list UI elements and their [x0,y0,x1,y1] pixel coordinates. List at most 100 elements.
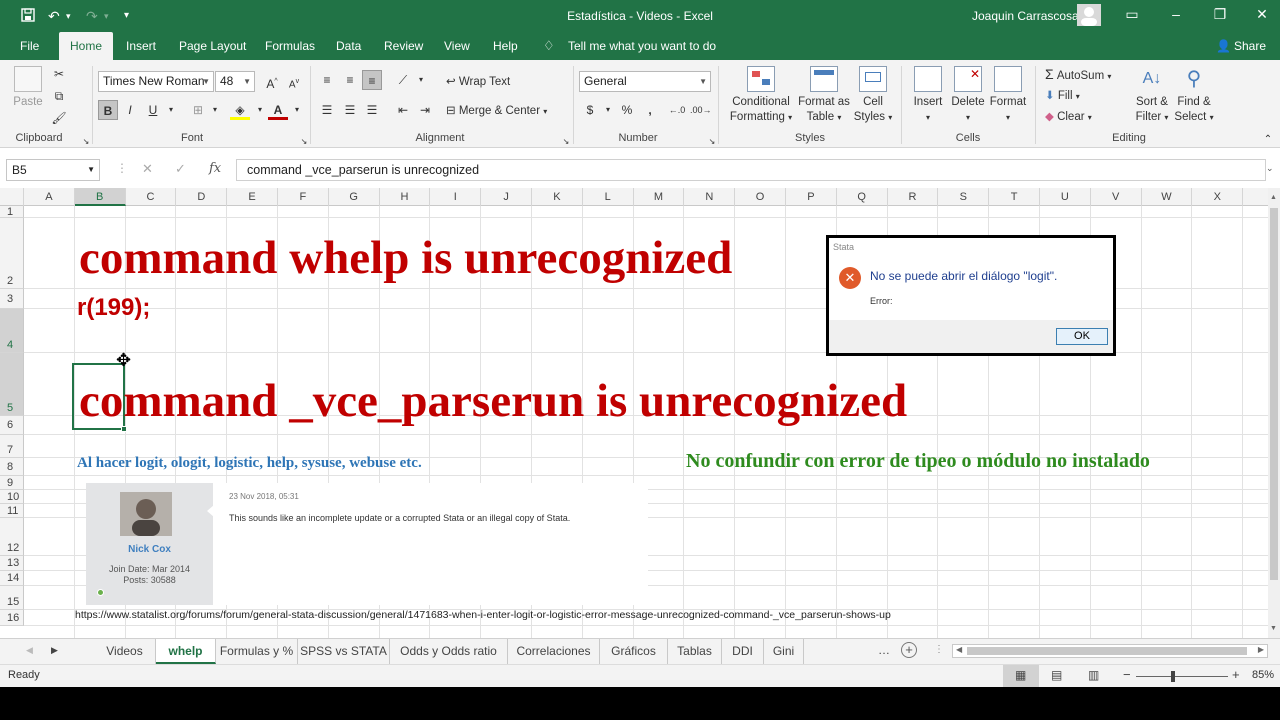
zoom-slider[interactable] [1136,676,1228,677]
format-as-table-button[interactable]: Format as Table ▾ [796,66,852,125]
column-header-t[interactable]: T [989,188,1040,206]
more-sheets-icon[interactable]: … [878,643,890,657]
row-header-3[interactable]: 3 [0,289,24,309]
sheet-tab-gini[interactable]: Gini [764,639,804,664]
tab-insert[interactable]: Insert [116,32,166,60]
sheet-tab-formulas-y-[interactable]: Formulas y % [216,639,298,664]
column-header-d[interactable]: D [176,188,228,206]
format-painter-icon[interactable]: 🖌 [49,108,69,128]
tab-page-layout[interactable]: Page Layout [169,32,256,60]
tab-formulas[interactable]: Formulas [255,32,325,60]
row-header-14[interactable]: 14 [0,571,24,586]
sheet-tab-odds-y-odds-ratio[interactable]: Odds y Odds ratio [390,639,508,664]
enter-icon[interactable]: ✓ [175,161,186,177]
autosum-button[interactable]: Σ AutoSum ▾ [1045,67,1111,84]
zoom-out-icon[interactable]: − [1123,667,1131,682]
grow-font-icon[interactable]: A^ [262,72,282,92]
chevron-down-icon[interactable]: ▾ [411,70,431,90]
cut-icon[interactable]: ✂ [49,64,69,84]
number-format-select[interactable]: General ▼ [579,71,711,92]
increase-indent-icon[interactable]: ⇥ [415,100,435,120]
row-header-5[interactable]: 5 [0,353,24,416]
cell-b7[interactable]: Al hacer logit, ologit, logistic, help, … [77,455,422,472]
column-header-l[interactable]: L [583,188,634,206]
cell-styles-button[interactable]: Cell Styles ▾ [850,66,896,125]
align-right-icon[interactable]: ☰ [362,100,382,120]
collapse-ribbon-icon[interactable]: ⌃ [1258,130,1278,150]
tab-view[interactable]: View [434,32,480,60]
sheet-tab-tablas[interactable]: Tablas [668,639,722,664]
align-middle-icon[interactable]: ≡ [340,70,360,90]
column-header-j[interactable]: J [481,188,532,206]
sheet-tab-spss-vs-stata[interactable]: SPSS vs STATA [298,639,390,664]
expand-formula-icon[interactable]: ⌄ [1266,163,1274,174]
cell-b2[interactable]: command whelp is unrecognized [79,231,732,285]
row-header-4[interactable]: 4 [0,309,24,353]
name-box[interactable]: B5 ▼ [6,159,100,181]
column-header-k[interactable]: K [532,188,583,206]
increase-decimal-icon[interactable]: ←.0 [667,100,687,120]
tab-help[interactable]: Help [483,32,528,60]
conditional-formatting-button[interactable]: Conditional Formatting ▾ [725,66,797,125]
scroll-thumb[interactable] [1270,208,1278,580]
sheet-tab-videos[interactable]: Videos [94,639,156,664]
scroll-down-icon[interactable]: ▼ [1270,625,1277,632]
row-header-9[interactable]: 9 [0,476,24,490]
share-button[interactable]: Share [1224,32,1276,60]
sheet-tab-whelp[interactable]: whelp [156,639,216,664]
cell-n7[interactable]: No confundir con error de tipeo o módulo… [686,450,1150,473]
percent-button[interactable]: % [617,100,637,120]
formula-input[interactable]: command _vce_parserun is unrecognized [236,159,1266,181]
cell-b15[interactable]: https://www.statalist.org/forums/forum/g… [75,609,891,621]
cell-b5[interactable]: command _vce_parserun is unrecognized [79,374,907,428]
column-header-e[interactable]: E [227,188,278,206]
scroll-right-icon[interactable]: ▶ [1258,645,1264,654]
sheet-tab-correlaciones[interactable]: Correlaciones [508,639,600,664]
column-header-i[interactable]: I [430,188,482,206]
format-cells-button[interactable]: Format ▾ [987,66,1029,125]
fill-button[interactable]: ⬇ Fill ▾ [1045,89,1080,104]
column-header-g[interactable]: G [329,188,380,206]
column-header-v[interactable]: V [1091,188,1142,206]
sort-filter-button[interactable]: A↓ Sort & Filter ▾ [1130,66,1174,125]
tab-data[interactable]: Data [326,32,371,60]
row-header-13[interactable]: 13 [0,556,24,571]
select-all-corner[interactable] [0,188,24,206]
insert-function-icon[interactable]: fx [209,161,221,176]
cancel-icon[interactable]: ✕ [142,161,153,177]
chevron-down-icon[interactable]: ▾ [250,100,270,120]
column-header-x[interactable]: X [1192,188,1244,206]
row-header-7[interactable]: 7 [0,435,24,458]
scroll-up-icon[interactable]: ▲ [1270,194,1277,201]
tab-review[interactable]: Review [374,32,433,60]
horizontal-scrollbar[interactable]: ◀ ▶ [952,644,1268,658]
column-header-q[interactable]: Q [837,188,888,206]
page-layout-view-icon[interactable]: ▤ [1051,668,1062,682]
row-header-6[interactable]: 6 [0,416,24,435]
column-header-s[interactable]: S [938,188,990,206]
vertical-scrollbar[interactable]: ▲ ▼ [1268,188,1280,638]
scroll-right-icon[interactable]: ▶ [51,645,58,656]
shrink-font-icon[interactable]: Av [284,72,304,92]
delete-cells-button[interactable]: ✕ Delete ▾ [948,66,988,125]
align-center-icon[interactable]: ☰ [340,100,360,120]
minimize-icon[interactable]: – [1166,6,1186,22]
add-sheet-icon[interactable]: + [901,642,917,658]
paste-button[interactable]: Paste [10,66,46,110]
italic-button[interactable]: I [120,100,140,120]
align-bottom-icon[interactable]: ≡ [362,70,382,90]
column-header-m[interactable]: M [634,188,685,206]
column-header-b[interactable]: B [74,188,126,206]
column-header-a[interactable]: A [24,188,75,206]
row-header-10[interactable]: 10 [0,490,24,504]
row-header-11[interactable]: 11 [0,504,24,518]
scroll-left-icon[interactable]: ◀ [26,645,33,656]
normal-view-button[interactable]: ▦ [1003,665,1039,687]
chevron-down-icon[interactable]: ▾ [598,100,618,120]
font-size-select[interactable]: 48 ▼ [215,71,255,92]
ok-button[interactable]: OK [1056,328,1108,345]
bold-button[interactable]: B [98,100,118,120]
clear-button[interactable]: ◆ Clear ▾ [1045,110,1092,125]
sheet-tab-gr-ficos[interactable]: Gráficos [600,639,668,664]
column-header-u[interactable]: U [1040,188,1091,206]
